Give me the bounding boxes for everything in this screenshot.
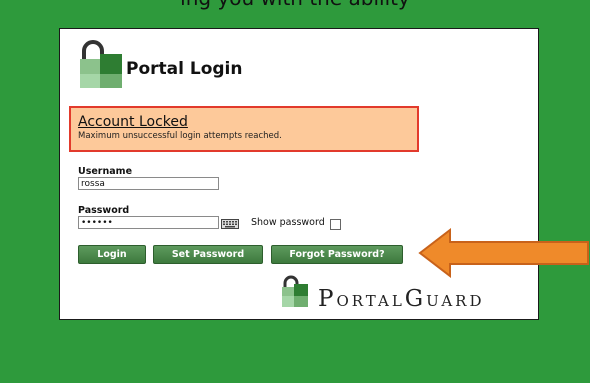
alert-message: Maximum unsuccessful login attempts reac… xyxy=(78,131,282,141)
account-locked-alert: Account Locked Maximum unsuccessful logi… xyxy=(69,106,419,152)
forgot-password-button[interactable]: Forgot Password? xyxy=(271,245,403,264)
show-password-label: Show password xyxy=(251,217,325,228)
portalguard-wordmark: PORTALGUARD xyxy=(318,286,485,312)
login-button[interactable]: Login xyxy=(78,245,146,264)
password-input[interactable]: •••••• xyxy=(78,216,219,229)
password-label: Password xyxy=(78,205,130,216)
set-password-button[interactable]: Set Password xyxy=(153,245,263,264)
caption-text: ing you with the ability xyxy=(0,0,590,10)
username-input[interactable]: rossa xyxy=(78,177,219,190)
username-label: Username xyxy=(78,166,133,177)
show-password-checkbox[interactable] xyxy=(330,219,341,230)
lock-logo-icon xyxy=(80,40,122,88)
page-title: Portal Login xyxy=(126,59,243,79)
keyboard-icon[interactable] xyxy=(221,219,239,229)
alert-title: Account Locked xyxy=(78,114,188,130)
arrow-left-icon xyxy=(418,228,589,278)
portalguard-lock-icon xyxy=(282,275,308,307)
